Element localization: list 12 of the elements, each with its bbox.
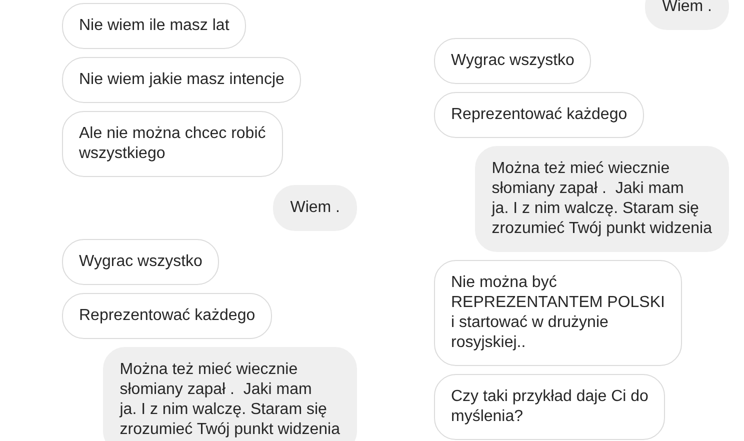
received-message-bubble: Czy taki przykład daje Ci do myślenia? bbox=[434, 374, 666, 440]
sent-message-bubble: Można też mieć wiecznie słomiany zapał . Jaki mam ja. I z nim walczę. Staram się zrozumieć Twój punkt widzenia bbox=[474, 146, 729, 252]
received-message-bubble: Nie wiem jakie masz intencje bbox=[62, 57, 302, 103]
received-message-bubble: Reprezentować każdego bbox=[62, 293, 272, 339]
received-message-bubble: Wygrac wszystko bbox=[62, 239, 220, 285]
received-message-bubble: Nie wiem ile masz lat bbox=[62, 3, 246, 49]
received-message-bubble: Ale nie można chcec robić wszystkiego bbox=[62, 111, 283, 177]
received-message-bubble: Reprezentować każdego bbox=[434, 92, 644, 138]
sent-message-bubble: Wiem . bbox=[273, 185, 357, 231]
received-message-bubble: Nie można być REPREZENTANTEM POLSKI i startować w drużynie rosyjskiej.. bbox=[434, 260, 682, 366]
received-message-bubble: Wygrac wszystko bbox=[434, 38, 592, 84]
sent-message-bubble: Można też mieć wiecznie słomiany zapał . Jaki mam ja. I z nim walczę. Staram się zrozumieć Twój punkt widzenia bbox=[102, 347, 357, 441]
